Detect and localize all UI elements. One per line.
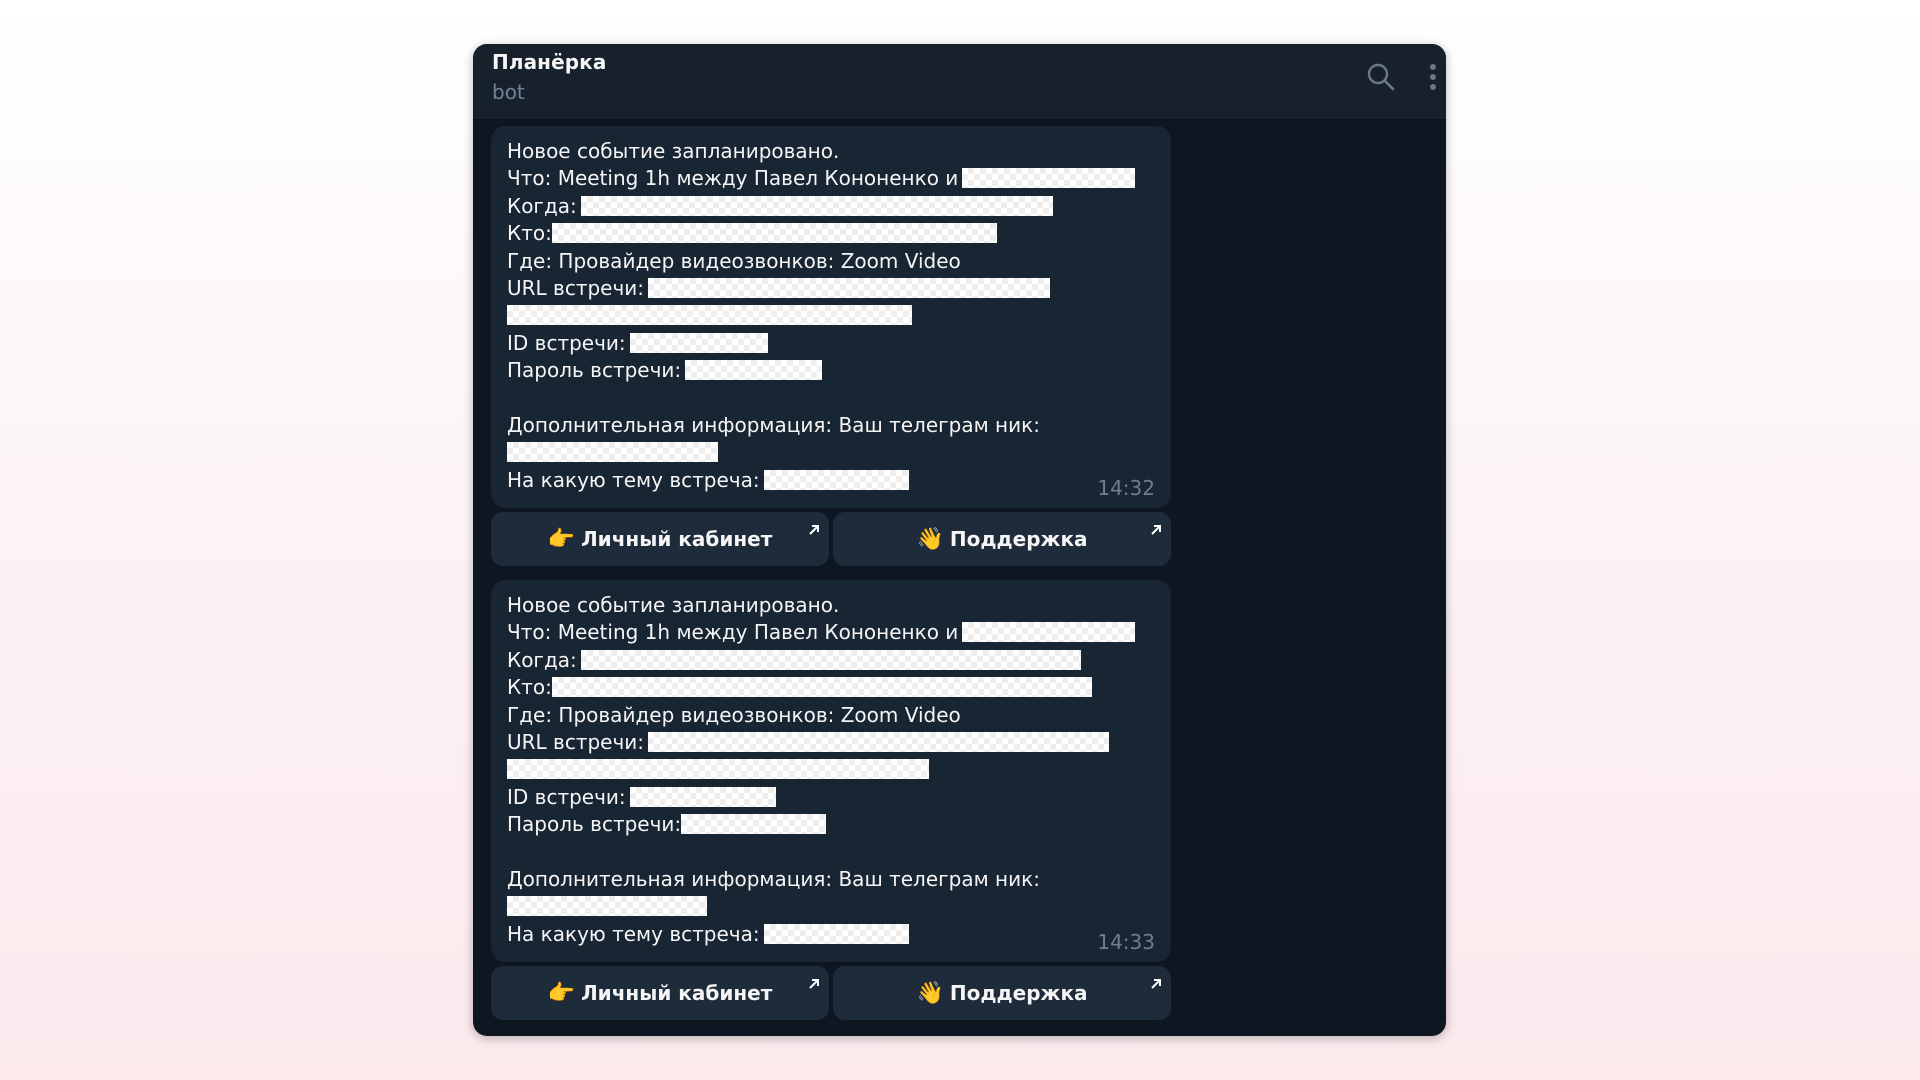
redacted-block (629, 332, 768, 353)
redacted-block (551, 677, 1092, 698)
redacted-block (629, 786, 776, 807)
message-list[interactable]: Новое событие запланировано. Что: Meetin… (491, 126, 1171, 1034)
redacted-link[interactable] (507, 759, 929, 780)
password-label: Пароль встречи: (507, 812, 682, 837)
message-bubble[interactable]: Новое событие запланировано. Что: Meetin… (491, 126, 1171, 508)
message-text: Новое событие запланировано. Что: Meetin… (507, 592, 1155, 948)
telegram-chat-window: Планёрка bot Новое событие запланировано… (473, 44, 1446, 1036)
nick-line (507, 893, 1155, 920)
inline-keyboard: 👉 Личный кабинет 👋 Поддержка (491, 512, 1171, 566)
when-line: Когда: (507, 647, 1155, 674)
what-label: Что: Meeting 1h между Павел Кононенко и (507, 166, 959, 191)
announce-line: Новое событие запланировано. (507, 138, 1155, 165)
url-label: URL встречи: (507, 275, 645, 300)
announce-text: Новое событие запланировано. (507, 593, 840, 617)
topic-line: На какую тему встреча: (507, 921, 1155, 948)
redacted-link[interactable] (507, 305, 912, 326)
id-line: ID встречи: (507, 330, 1155, 357)
redacted-block (580, 195, 1053, 216)
message-text: Новое событие запланировано. Что: Meetin… (507, 138, 1155, 494)
where-text: Где: Провайдер видеозвонков: Zoom Video (507, 248, 961, 273)
message-time: 14:33 (1097, 930, 1155, 954)
url-line: URL встречи: (507, 729, 1155, 756)
personal-cabinet-button[interactable]: 👉 Личный кабинет (491, 966, 829, 1020)
redacted-link[interactable] (648, 277, 1051, 298)
who-line: Кто: (507, 674, 1155, 701)
id-label: ID встречи: (507, 330, 626, 355)
external-link-arrow-icon (807, 972, 821, 996)
more-vertical-icon[interactable] (1428, 61, 1438, 97)
url-line: URL встречи: (507, 275, 1155, 302)
url-label: URL встречи: (507, 729, 645, 754)
support-label: Поддержка (949, 981, 1088, 1005)
redacted-block (763, 923, 909, 944)
announce-text: Новое событие запланировано. (507, 139, 840, 163)
where-text: Где: Провайдер видеозвонков: Zoom Video (507, 702, 961, 727)
redacted-block (685, 360, 823, 381)
url-line-cont (507, 756, 1155, 783)
password-label: Пароль встречи: (507, 358, 682, 383)
chat-title: Планёрка (492, 50, 607, 74)
url-line-cont (507, 302, 1155, 329)
chat-header[interactable]: Планёрка bot (473, 44, 1446, 120)
redacted-block (763, 469, 909, 490)
waving-hand-icon: 👋 (916, 980, 944, 1006)
when-label: Когда: (507, 193, 577, 218)
redacted-block (507, 442, 718, 463)
personal-cabinet-button[interactable]: 👉 Личный кабинет (491, 512, 829, 566)
nick-line (507, 439, 1155, 466)
id-label: ID встречи: (507, 784, 626, 809)
support-label: Поддержка (949, 527, 1088, 551)
announce-line: Новое событие запланировано. (507, 592, 1155, 619)
extra-line: Дополнительная информация: Ваш телеграм … (507, 412, 1155, 439)
inline-keyboard: 👉 Личный кабинет 👋 Поддержка (491, 966, 1171, 1020)
redacted-block (962, 622, 1136, 643)
who-label: Кто: (507, 675, 552, 700)
redacted-block (507, 896, 707, 917)
external-link-arrow-icon (1149, 518, 1163, 542)
redacted-block (580, 649, 1081, 670)
who-label: Кто: (507, 221, 552, 246)
pointing-hand-icon: 👉 (547, 526, 576, 552)
redacted-block (962, 168, 1136, 189)
pointing-hand-icon: 👉 (547, 980, 576, 1006)
redacted-link[interactable] (648, 731, 1110, 752)
password-line: Пароль встречи: (507, 811, 1155, 838)
message-bubble[interactable]: Новое событие запланировано. Что: Meetin… (491, 580, 1171, 962)
external-link-arrow-icon (807, 518, 821, 542)
topic-line: На какую тему встреча: (507, 467, 1155, 494)
personal-cabinet-label: Личный кабинет (581, 527, 773, 551)
when-label: Когда: (507, 647, 577, 672)
redacted-block (551, 223, 997, 244)
waving-hand-icon: 👋 (916, 526, 944, 552)
chat-subtitle: bot (492, 80, 525, 104)
external-link-arrow-icon (1149, 972, 1163, 996)
message-time: 14:32 (1097, 476, 1155, 500)
id-line: ID встречи: (507, 784, 1155, 811)
topic-label: На какую тему встреча: (507, 921, 760, 946)
where-line: Где: Провайдер видеозвонков: Zoom Video (507, 248, 1155, 275)
extra-label: Дополнительная информация: Ваш телеграм … (507, 866, 1040, 891)
what-line: Что: Meeting 1h между Павел Кононенко и (507, 619, 1155, 646)
extra-label: Дополнительная информация: Ваш телеграм … (507, 412, 1040, 437)
what-label: Что: Meeting 1h между Павел Кононенко и (507, 620, 959, 645)
what-line: Что: Meeting 1h между Павел Кононенко и (507, 165, 1155, 192)
extra-line: Дополнительная информация: Ваш телеграм … (507, 866, 1155, 893)
personal-cabinet-label: Личный кабинет (581, 981, 773, 1005)
support-button[interactable]: 👋 Поддержка (833, 966, 1171, 1020)
where-line: Где: Провайдер видеозвонков: Zoom Video (507, 702, 1155, 729)
support-button[interactable]: 👋 Поддержка (833, 512, 1171, 566)
password-line: Пароль встречи: (507, 357, 1155, 384)
when-line: Когда: (507, 193, 1155, 220)
who-line: Кто: (507, 220, 1155, 247)
redacted-block (681, 814, 827, 835)
search-icon[interactable] (1366, 62, 1396, 96)
topic-label: На какую тему встреча: (507, 467, 760, 492)
